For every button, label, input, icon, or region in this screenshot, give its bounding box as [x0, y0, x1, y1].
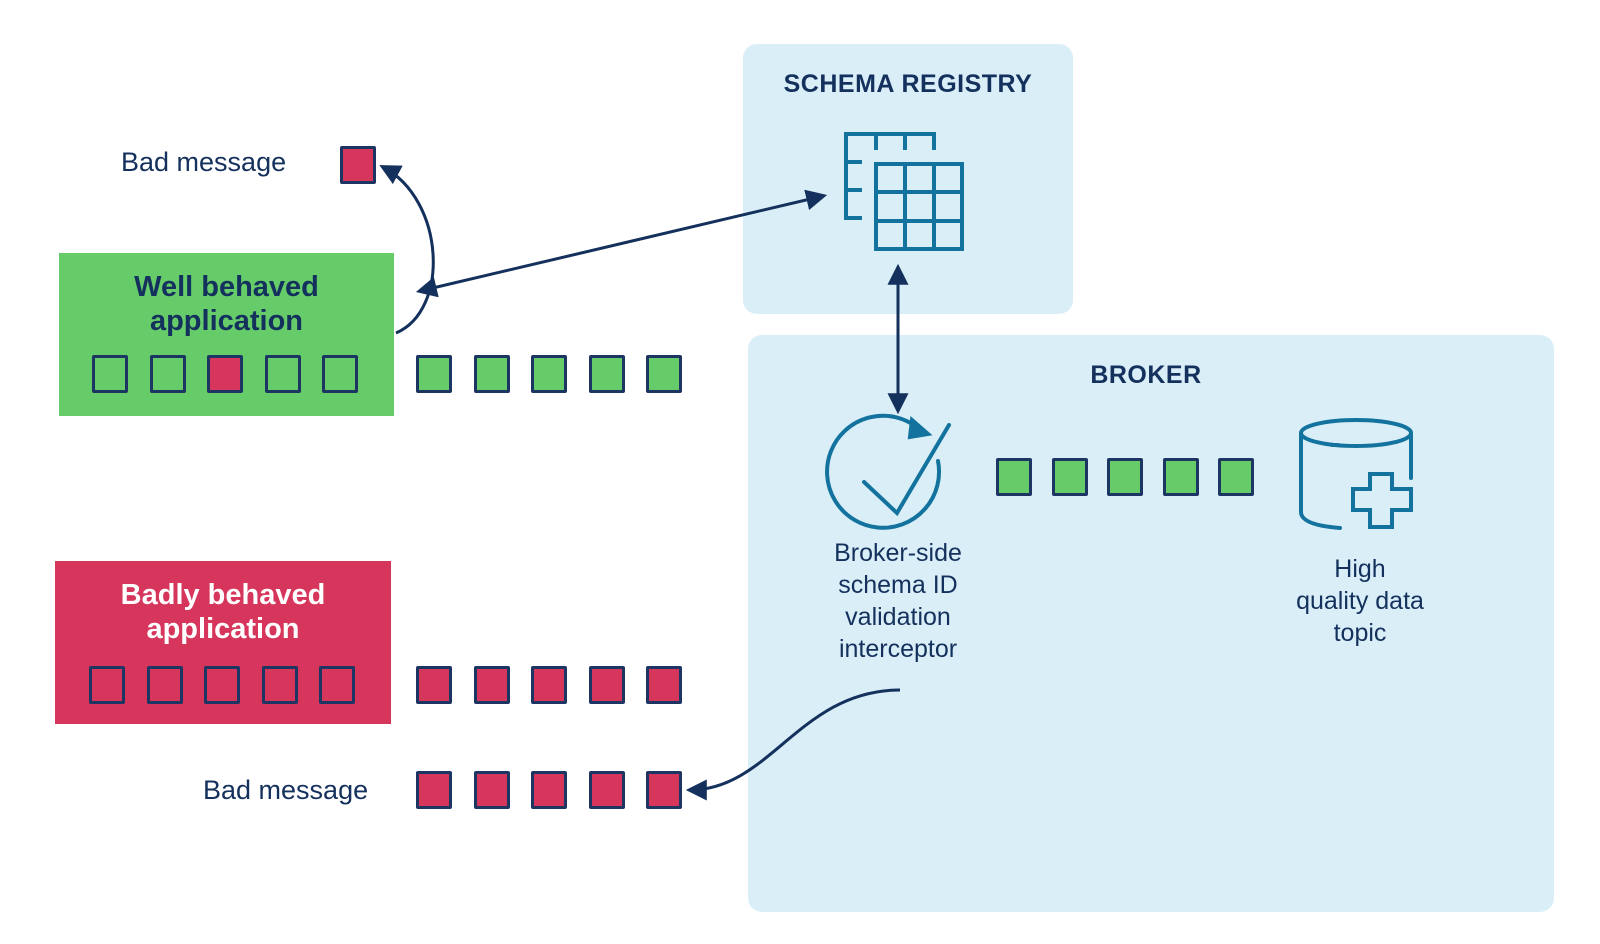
arrow-app-to-registry: [415, 189, 828, 298]
diagram-overlay: [379, 132, 1413, 801]
arrow-app-to-bad-message: [379, 165, 435, 335]
arrow-interceptor-to-bad-message: [685, 688, 901, 801]
check-cycle-icon: [825, 413, 951, 530]
database-plus-icon: [1299, 418, 1413, 530]
arrows: [379, 165, 909, 801]
table-schema-icon: [844, 132, 964, 251]
